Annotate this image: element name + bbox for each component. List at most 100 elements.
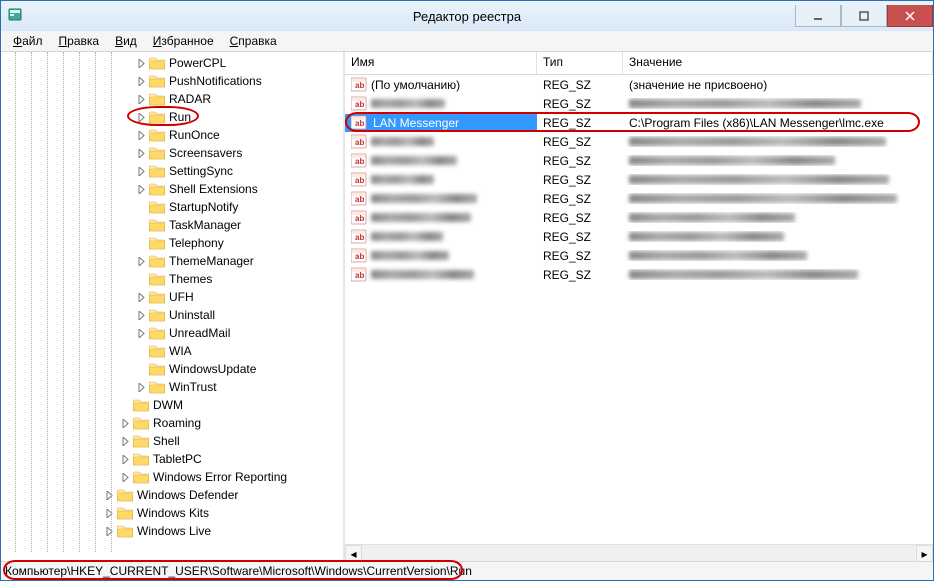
tree-item[interactable]: WinTrust bbox=[1, 378, 343, 396]
list-hscrollbar[interactable]: ◂ ▸ bbox=[345, 544, 933, 561]
expander-icon[interactable] bbox=[135, 111, 147, 123]
expander-icon[interactable] bbox=[103, 525, 115, 537]
tree-item[interactable]: SettingSync bbox=[1, 162, 343, 180]
cell-name bbox=[345, 171, 537, 188]
hscroll-right-button[interactable]: ▸ bbox=[916, 545, 933, 561]
tree-item[interactable]: Screensavers bbox=[1, 144, 343, 162]
tree-item[interactable]: Shell bbox=[1, 432, 343, 450]
folder-icon bbox=[149, 362, 165, 376]
folder-icon bbox=[149, 56, 165, 70]
minimize-button[interactable] bbox=[795, 5, 841, 27]
tree-item[interactable]: ThemeManager bbox=[1, 252, 343, 270]
folder-icon bbox=[149, 272, 165, 286]
tree-item[interactable]: PushNotifications bbox=[1, 72, 343, 90]
expander-icon[interactable] bbox=[119, 471, 131, 483]
expander-icon bbox=[119, 399, 131, 411]
menu-edit[interactable]: Правка bbox=[51, 32, 108, 50]
expander-icon[interactable] bbox=[135, 75, 147, 87]
list-row[interactable]: REG_SZ bbox=[345, 151, 933, 170]
expander-icon[interactable] bbox=[135, 309, 147, 321]
tree-item[interactable]: Uninstall bbox=[1, 306, 343, 324]
list-row[interactable]: REG_SZ bbox=[345, 170, 933, 189]
expander-icon[interactable] bbox=[135, 381, 147, 393]
app-icon bbox=[7, 6, 27, 26]
tree-item[interactable]: DWM bbox=[1, 396, 343, 414]
expander-icon[interactable] bbox=[135, 129, 147, 141]
menu-help[interactable]: Справка bbox=[222, 32, 285, 50]
tree-item[interactable]: WindowsUpdate bbox=[1, 360, 343, 378]
hscroll-left-button[interactable]: ◂ bbox=[345, 545, 362, 561]
tree-item[interactable]: RADAR bbox=[1, 90, 343, 108]
cell-type: REG_SZ bbox=[537, 77, 623, 93]
list-row[interactable]: (По умолчанию)REG_SZ(значение не присвое… bbox=[345, 75, 933, 94]
tree-item[interactable]: Windows Error Reporting bbox=[1, 468, 343, 486]
expander-icon[interactable] bbox=[135, 165, 147, 177]
tree-item[interactable]: PowerCPL bbox=[1, 54, 343, 72]
tree-item-label: RADAR bbox=[169, 92, 211, 106]
tree-item[interactable]: Windows Live bbox=[1, 522, 343, 540]
tree-item-label: Windows Live bbox=[137, 524, 211, 538]
tree-item[interactable]: TabletPC bbox=[1, 450, 343, 468]
list-row[interactable]: REG_SZ bbox=[345, 227, 933, 246]
folder-icon bbox=[133, 434, 149, 448]
tree-item[interactable]: Windows Kits bbox=[1, 504, 343, 522]
tree-item[interactable]: Themes bbox=[1, 270, 343, 288]
tree-item[interactable]: Roaming bbox=[1, 414, 343, 432]
list-body[interactable]: (По умолчанию)REG_SZ(значение не присвое… bbox=[345, 75, 933, 544]
list-row[interactable]: REG_SZ bbox=[345, 208, 933, 227]
expander-icon[interactable] bbox=[135, 57, 147, 69]
expander-icon[interactable] bbox=[135, 291, 147, 303]
menu-favorites[interactable]: Избранное bbox=[145, 32, 222, 50]
cell-type: REG_SZ bbox=[537, 210, 623, 226]
menu-view[interactable]: Вид bbox=[107, 32, 145, 50]
expander-icon[interactable] bbox=[135, 93, 147, 105]
tree-item[interactable]: Telephony bbox=[1, 234, 343, 252]
tree-item[interactable]: Run bbox=[1, 108, 343, 126]
folder-icon bbox=[149, 164, 165, 178]
expander-icon[interactable] bbox=[135, 183, 147, 195]
expander-icon[interactable] bbox=[119, 435, 131, 447]
titlebar[interactable]: Редактор реестра bbox=[1, 1, 933, 31]
expander-icon[interactable] bbox=[103, 507, 115, 519]
list-row[interactable]: LAN MessengerREG_SZC:\Program Files (x86… bbox=[345, 113, 933, 132]
tree-item[interactable]: TaskManager bbox=[1, 216, 343, 234]
tree-item[interactable]: RunOnce bbox=[1, 126, 343, 144]
tree-item-label: Windows Defender bbox=[137, 488, 238, 502]
tree-item[interactable]: WIA bbox=[1, 342, 343, 360]
tree-item[interactable]: UFH bbox=[1, 288, 343, 306]
folder-icon bbox=[149, 182, 165, 196]
string-value-icon bbox=[351, 153, 367, 168]
tree-item[interactable]: StartupNotify bbox=[1, 198, 343, 216]
cell-name: (По умолчанию) bbox=[345, 76, 537, 93]
menu-file[interactable]: Файл bbox=[5, 32, 51, 50]
list-pane: Имя Тип Значение (По умолчанию)REG_SZ(зн… bbox=[345, 52, 933, 561]
folder-icon bbox=[117, 488, 133, 502]
expander-icon[interactable] bbox=[135, 327, 147, 339]
column-header-type[interactable]: Тип bbox=[537, 52, 623, 74]
tree-item[interactable]: Shell Extensions bbox=[1, 180, 343, 198]
tree-scroll[interactable]: PowerCPLPushNotifications RADAR RunRunOnce… bbox=[1, 52, 343, 561]
expander-icon[interactable] bbox=[135, 255, 147, 267]
maximize-button[interactable] bbox=[841, 5, 887, 27]
expander-icon[interactable] bbox=[119, 417, 131, 429]
expander-icon[interactable] bbox=[135, 147, 147, 159]
tree-item[interactable]: UnreadMail bbox=[1, 324, 343, 342]
list-row[interactable]: REG_SZ bbox=[345, 94, 933, 113]
expander-icon[interactable] bbox=[103, 489, 115, 501]
string-value-icon bbox=[351, 134, 367, 149]
column-header-name[interactable]: Имя bbox=[345, 52, 537, 74]
close-button[interactable] bbox=[887, 5, 933, 27]
window-title: Редактор реестра bbox=[1, 9, 933, 24]
cell-name bbox=[345, 228, 537, 245]
tree-item[interactable]: Windows Defender bbox=[1, 486, 343, 504]
menubar: Файл Правка Вид Избранное Справка bbox=[1, 31, 933, 52]
list-row[interactable]: REG_SZ bbox=[345, 246, 933, 265]
list-row[interactable]: REG_SZ bbox=[345, 132, 933, 151]
cell-name bbox=[345, 152, 537, 169]
list-row[interactable]: REG_SZ bbox=[345, 265, 933, 284]
column-header-value[interactable]: Значение bbox=[623, 52, 933, 74]
cell-type: REG_SZ bbox=[537, 115, 623, 131]
tree-item-label: Roaming bbox=[153, 416, 201, 430]
expander-icon[interactable] bbox=[119, 453, 131, 465]
list-row[interactable]: REG_SZ bbox=[345, 189, 933, 208]
